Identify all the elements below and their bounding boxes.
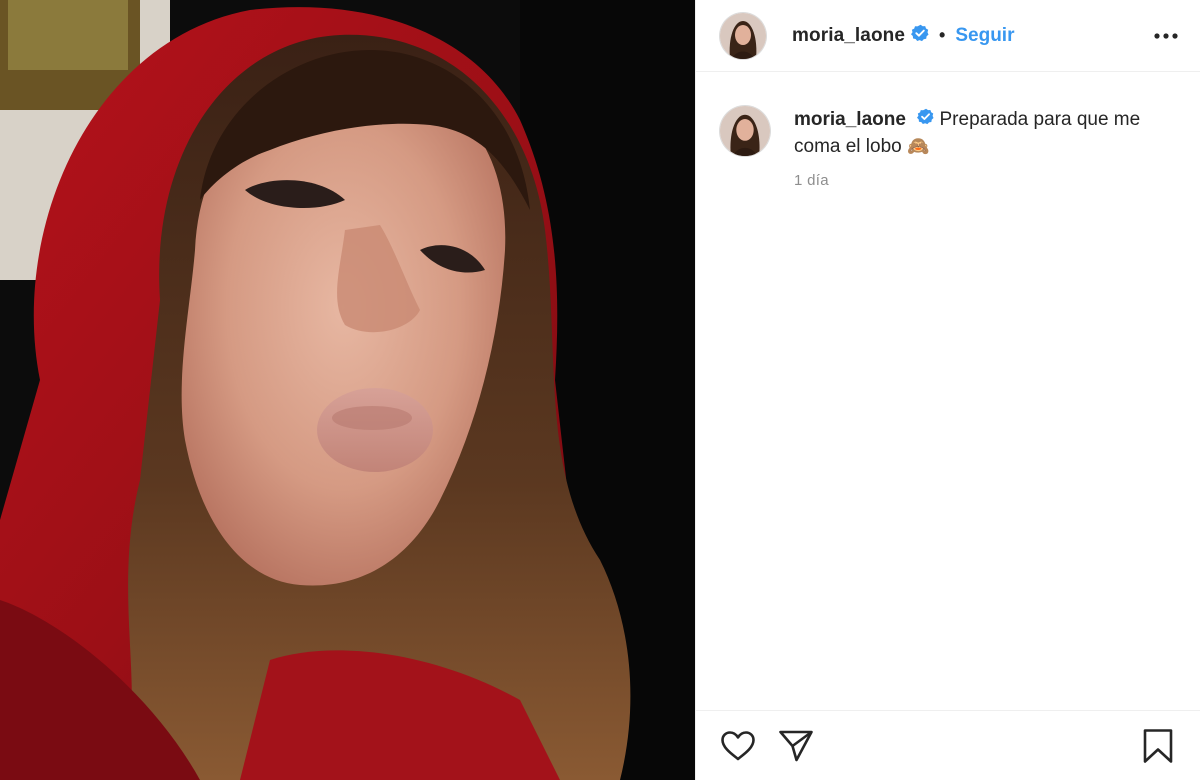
caption-text: moria_laone Preparada para que me coma e… (794, 106, 1164, 160)
caption-section: moria_laone Preparada para que me coma e… (696, 72, 1200, 160)
bookmark-icon[interactable] (1138, 726, 1178, 766)
post-photo[interactable] (0, 0, 695, 780)
avatar-image-icon (720, 12, 766, 59)
heart-icon[interactable] (718, 726, 758, 766)
selfie-illustration (0, 0, 695, 780)
header-avatar[interactable] (720, 12, 766, 59)
post-header: moria_laone • Seguir (696, 0, 1200, 72)
header-separator: • (939, 25, 946, 45)
verified-badge-icon (911, 24, 929, 47)
verified-badge-icon (917, 106, 934, 133)
follow-button[interactable]: Seguir (955, 25, 1014, 47)
post-timestamp[interactable]: 1 día (794, 172, 1200, 189)
post-actions-bar (696, 710, 1200, 780)
instagram-post: moria_laone • Seguir moria_laone Prepara… (0, 0, 1200, 780)
paper-plane-icon[interactable] (776, 726, 816, 766)
caption-username[interactable]: moria_laone (794, 109, 906, 130)
caption-avatar[interactable] (720, 106, 770, 156)
see-no-evil-monkey-emoji: 🙈 (907, 136, 930, 158)
post-side-panel: moria_laone • Seguir moria_laone Prepara… (695, 0, 1200, 780)
more-options-icon[interactable] (1148, 18, 1184, 54)
avatar-image-icon (720, 106, 770, 156)
header-username[interactable]: moria_laone (792, 25, 905, 47)
